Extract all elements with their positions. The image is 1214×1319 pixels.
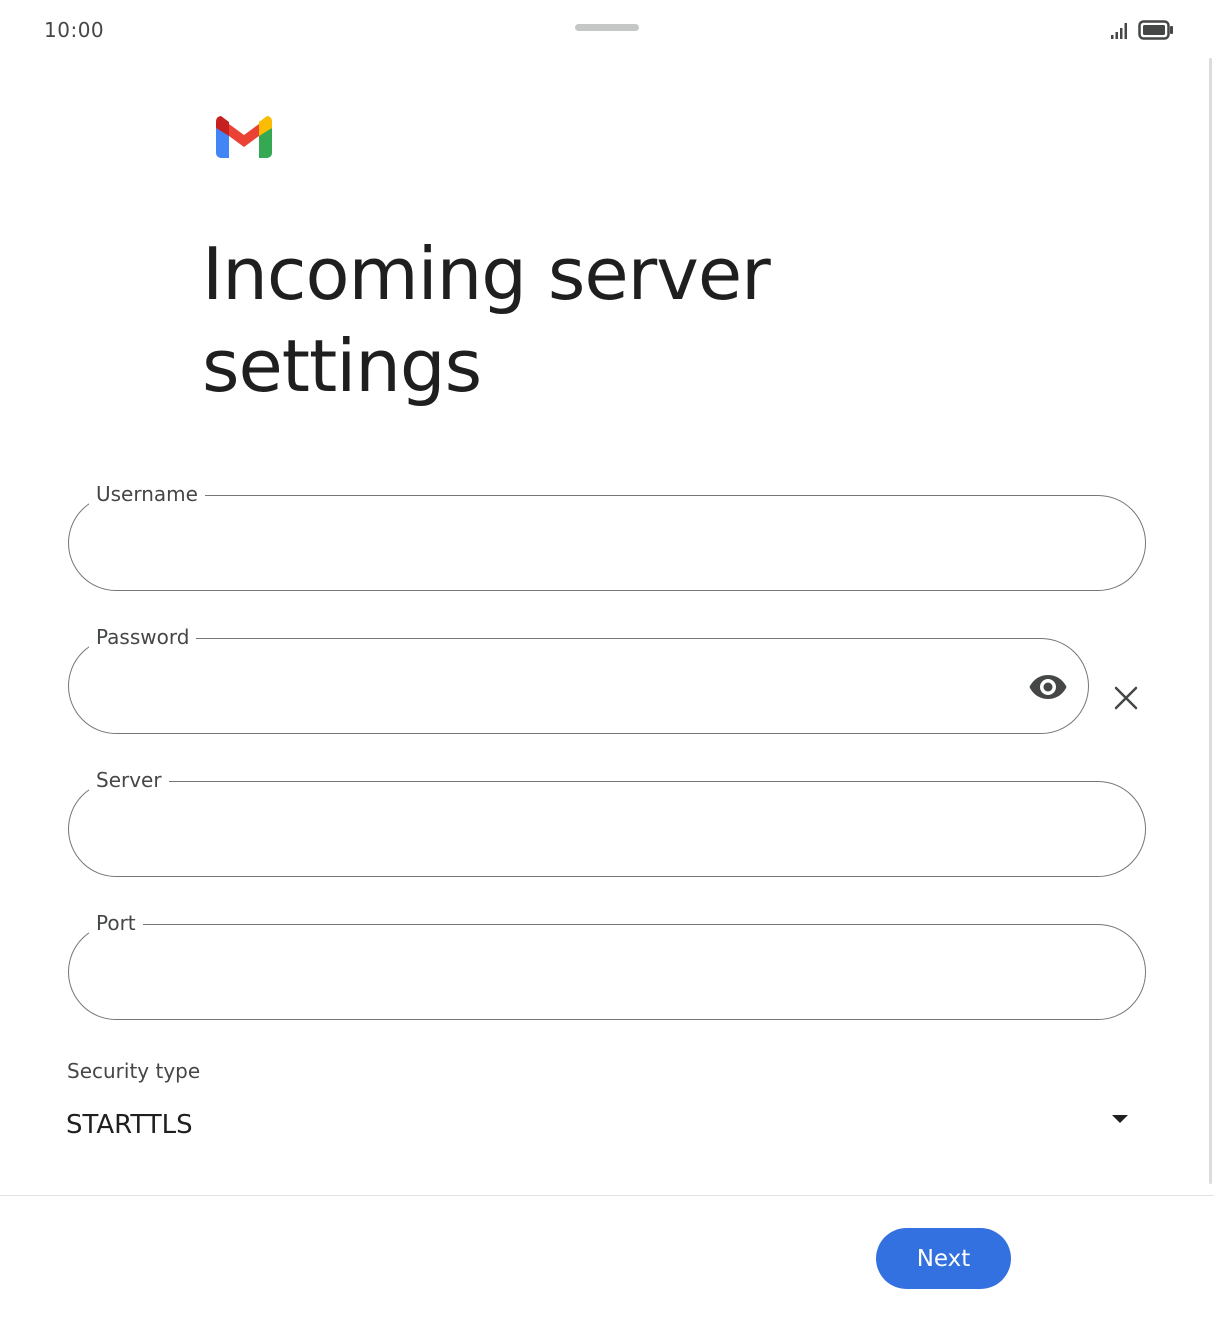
scrollbar[interactable] — [1209, 58, 1212, 1184]
port-label: Port — [89, 909, 143, 937]
signal-icon — [1110, 21, 1130, 44]
server-label: Server — [89, 766, 169, 794]
screen: 10:00 Incoming server settings Username … — [0, 0, 1214, 1319]
username-label: Username — [89, 480, 205, 508]
password-label: Password — [89, 623, 197, 651]
port-field[interactable]: Port — [68, 909, 1146, 1020]
footer-divider — [0, 1195, 1214, 1196]
close-icon[interactable] — [1106, 678, 1146, 718]
battery-icon — [1138, 20, 1174, 45]
dropdown-arrow-icon[interactable] — [1110, 1112, 1130, 1130]
eye-icon[interactable] — [1028, 669, 1068, 705]
status-icons — [1110, 20, 1174, 45]
password-input[interactable] — [97, 663, 1008, 711]
security-type-value: STARTTLS — [66, 1110, 193, 1140]
security-type-label: Security type — [67, 1059, 201, 1083]
username-input[interactable] — [97, 520, 1065, 568]
password-field[interactable]: Password — [68, 623, 1089, 734]
status-time: 10:00 — [44, 18, 105, 42]
security-type-dropdown[interactable]: STARTTLS — [66, 1100, 1146, 1156]
username-field[interactable]: Username — [68, 480, 1146, 591]
port-input[interactable] — [97, 949, 1065, 997]
gmail-logo — [216, 116, 272, 163]
server-input[interactable] — [97, 806, 1065, 854]
page-title: Incoming server settings — [202, 232, 771, 408]
next-button[interactable]: Next — [876, 1228, 1011, 1289]
server-field[interactable]: Server — [68, 766, 1146, 877]
drag-handle[interactable] — [575, 24, 639, 31]
